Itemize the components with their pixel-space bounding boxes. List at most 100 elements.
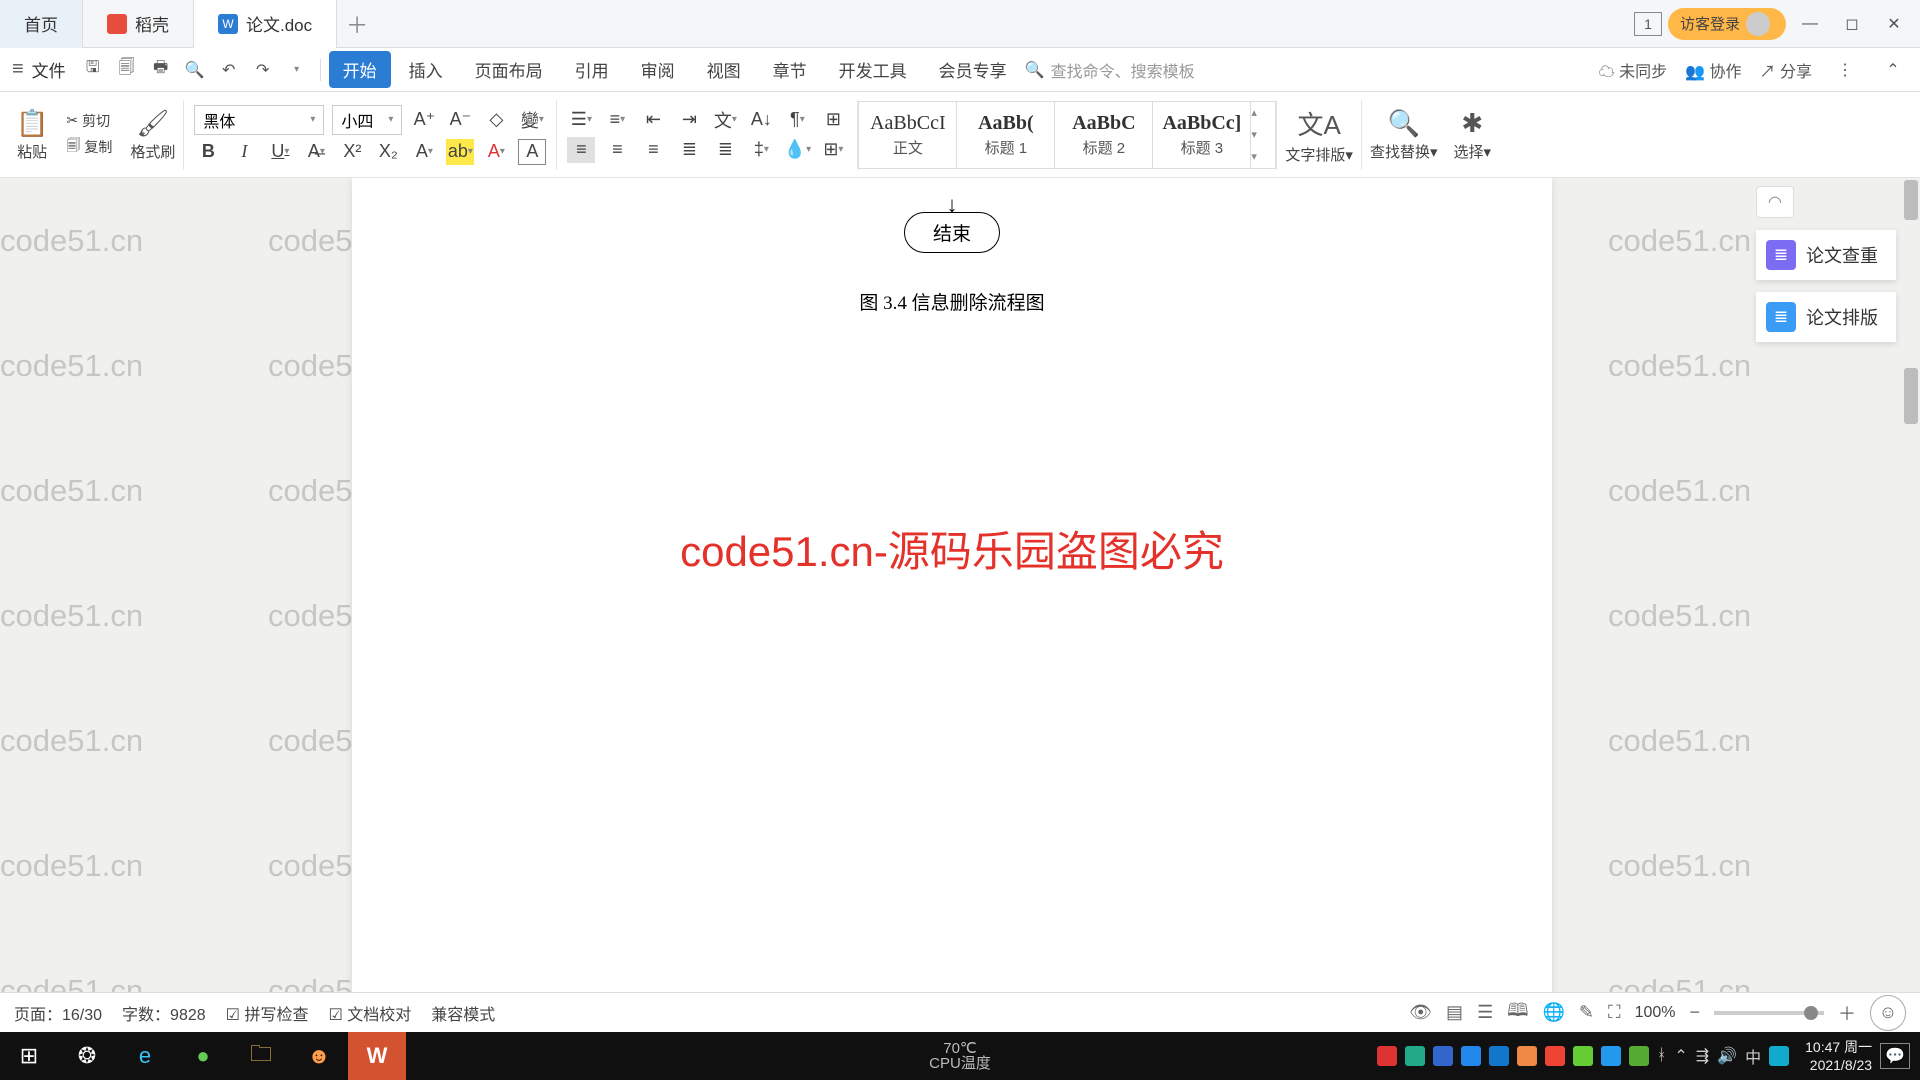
style-heading1[interactable]: AaBb(标题 1 <box>957 102 1055 168</box>
font-size-select[interactable]: 小四▾ <box>332 105 402 135</box>
align-right-icon[interactable]: ≡ <box>639 137 667 163</box>
zoom-fit-icon[interactable]: ⛶ <box>1608 1002 1621 1023</box>
paper-check-button[interactable]: ≣论文查重 <box>1756 230 1896 280</box>
tray-icon[interactable] <box>1769 1046 1789 1066</box>
collab-button[interactable]: 👥 协作 <box>1685 58 1741 82</box>
wps-taskbar-icon[interactable]: W <box>348 1032 406 1080</box>
view-read-icon[interactable]: 🕮 <box>1507 998 1528 1028</box>
guest-login-button[interactable]: 访客登录 <box>1668 8 1786 40</box>
tray-icon[interactable] <box>1405 1046 1425 1066</box>
page-indicator[interactable]: 页面：16/30 <box>14 1001 102 1025</box>
assistant-icon[interactable]: ☺ <box>1870 995 1906 1031</box>
clear-format-icon[interactable]: ◇ <box>482 107 510 133</box>
doc-check-toggle[interactable]: ☑ 文档校对 <box>328 1001 411 1025</box>
bullet-list-icon[interactable]: ☰▾ <box>567 107 595 133</box>
tab-add[interactable]: ＋ <box>337 8 377 40</box>
tray-icon[interactable] <box>1629 1046 1649 1066</box>
number-list-icon[interactable]: ≡▾ <box>603 107 631 133</box>
scroll-thumb[interactable] <box>1904 180 1918 220</box>
qa-saveas-icon[interactable]: 🗐 <box>112 55 142 85</box>
side-toggle-icon[interactable]: ◠ <box>1756 186 1794 218</box>
tray-icon[interactable] <box>1545 1046 1565 1066</box>
zoom-level[interactable]: 100% <box>1635 1004 1676 1022</box>
zoom-in-icon[interactable]: ＋ <box>1838 1000 1856 1026</box>
ie-icon[interactable]: e <box>116 1032 174 1080</box>
tray-icon[interactable] <box>1433 1046 1453 1066</box>
word-count[interactable]: 字数：9828 <box>122 1001 206 1025</box>
zoom-out-icon[interactable]: − <box>1689 1002 1700 1023</box>
tray-icon[interactable] <box>1573 1046 1593 1066</box>
chevron-up-icon[interactable]: ⌃ <box>1674 1046 1687 1066</box>
show-marks-icon[interactable]: ¶▾ <box>783 107 811 133</box>
menu-insert[interactable]: 插入 <box>395 51 457 88</box>
document-area[interactable]: code51.cncode51.cncode51.cncode51.cncode… <box>0 178 1920 1032</box>
tab-home[interactable]: 首页 <box>0 0 83 48</box>
align-center-icon[interactable]: ≡ <box>603 137 631 163</box>
eye-icon[interactable]: 👁 <box>1409 1002 1432 1023</box>
copy-button[interactable]: 🗐 复制 <box>66 135 112 159</box>
outdent-icon[interactable]: ⇤ <box>639 107 667 133</box>
tray-icon[interactable] <box>1489 1046 1509 1066</box>
compat-mode[interactable]: 兼容模式 <box>431 1001 495 1025</box>
phonetic-icon[interactable]: 變▾ <box>518 107 546 133</box>
format-painter-button[interactable]: 🖌格式刷 <box>122 108 183 162</box>
restore-button[interactable]: ◻ <box>1834 6 1870 42</box>
ime-indicator[interactable]: 中 <box>1745 1044 1761 1068</box>
style-heading2[interactable]: AaBbC标题 2 <box>1055 102 1153 168</box>
bluetooth-icon[interactable]: ᚼ <box>1657 1047 1667 1065</box>
task-app1-icon[interactable]: ❂ <box>58 1032 116 1080</box>
style-heading3[interactable]: AaBbCc]标题 3 <box>1153 102 1251 168</box>
align-left-icon[interactable]: ≡ <box>567 137 595 163</box>
vertical-scrollbar[interactable] <box>1902 178 1920 1032</box>
qa-print-icon[interactable]: 🖶 <box>146 55 176 85</box>
command-search[interactable]: 🔍查找命令、搜索模板 <box>1025 58 1195 82</box>
menu-devtools[interactable]: 开发工具 <box>825 51 921 88</box>
sort-icon[interactable]: A↓ <box>747 107 775 133</box>
text-effects-icon[interactable]: A▾ <box>410 139 438 165</box>
bold-button[interactable]: B <box>194 139 222 165</box>
close-button[interactable]: ✕ <box>1876 6 1912 42</box>
indent-icon[interactable]: ⇥ <box>675 107 703 133</box>
menu-start[interactable]: 开始 <box>329 51 391 88</box>
pen-icon[interactable]: ✎ <box>1579 1002 1594 1023</box>
highlight-button[interactable]: ab▾ <box>446 139 474 165</box>
menu-ref[interactable]: 引用 <box>561 51 623 88</box>
shading-icon[interactable]: 💧▾ <box>783 137 811 163</box>
view-web-icon[interactable]: 🌐 <box>1542 1002 1564 1023</box>
menu-view[interactable]: 视图 <box>693 51 755 88</box>
wifi-icon[interactable]: ⇶ <box>1696 1046 1709 1066</box>
qa-save-icon[interactable]: 🖫 <box>78 55 108 85</box>
share-button[interactable]: ↗ 分享 <box>1760 58 1812 82</box>
char-border-button[interactable]: A <box>518 139 546 165</box>
qa-redo-icon[interactable]: ↷ <box>248 55 278 85</box>
tab-document[interactable]: W论文.doc <box>194 0 337 48</box>
hamburger-icon[interactable]: ≡ <box>12 58 24 81</box>
menu-review[interactable]: 审阅 <box>627 51 689 88</box>
notifications-icon[interactable]: 💬 <box>1880 1043 1910 1069</box>
menu-chapter[interactable]: 章节 <box>759 51 821 88</box>
collapse-ribbon-icon[interactable]: ⌃ <box>1878 55 1908 85</box>
italic-button[interactable]: I <box>230 139 258 165</box>
find-replace-button[interactable]: 🔍查找替换▾ <box>1362 108 1446 162</box>
taskbar-clock[interactable]: 10:47 周一 2021/8/23 <box>1805 1038 1872 1074</box>
asian-layout-icon[interactable]: 文▾ <box>711 107 739 133</box>
tab-stops-icon[interactable]: ⊞ <box>819 107 847 133</box>
paper-layout-button[interactable]: ≣论文排版 <box>1756 292 1896 342</box>
minimize-button[interactable]: — <box>1792 6 1828 42</box>
spellcheck-toggle[interactable]: ☑ 拼写检查 <box>226 1001 309 1025</box>
tab-daoke[interactable]: 稻壳 <box>83 0 194 48</box>
underline-button[interactable]: U▾ <box>266 139 294 165</box>
unsync-button[interactable]: ☁ 未同步 <box>1599 58 1667 82</box>
style-more-icon[interactable]: ▴▾▾ <box>1251 102 1275 168</box>
explorer-icon[interactable]: 🗀 <box>232 1032 290 1080</box>
cpu-temp-widget[interactable]: 70℃ CPU温度 <box>929 1041 991 1071</box>
menu-file[interactable]: 文件 <box>32 57 66 82</box>
text-direction-button[interactable]: 文A文字排版▾ <box>1277 105 1361 165</box>
volume-icon[interactable]: 🔊 <box>1717 1046 1737 1066</box>
line-spacing-icon[interactable]: ‡▾ <box>747 137 775 163</box>
view-outline-icon[interactable]: ☰ <box>1477 1002 1493 1023</box>
more-menu-icon[interactable]: ⋮ <box>1830 55 1860 85</box>
browser-icon[interactable]: ● <box>174 1032 232 1080</box>
tray-icon[interactable] <box>1601 1046 1621 1066</box>
page[interactable]: ↓ 结束 图 3.4 信息删除流程图 code51.cn-源码乐园盗图必究 <box>352 178 1552 998</box>
